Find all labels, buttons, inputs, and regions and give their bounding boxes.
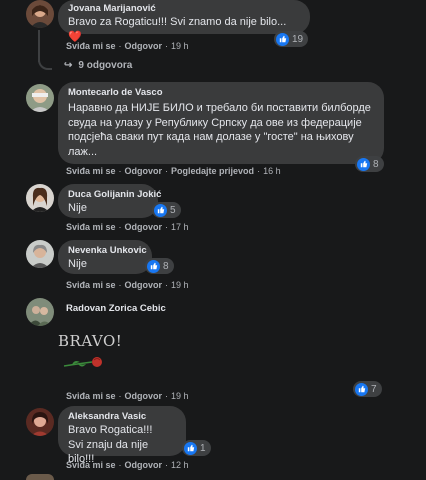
reaction-number: 1 <box>200 442 206 454</box>
comment-text: Nije <box>68 202 87 214</box>
rose-icon <box>63 357 102 367</box>
comment-author[interactable]: Nevenka Unkovic <box>68 245 147 257</box>
replies-count: 9 odgovora <box>78 60 133 71</box>
avatar[interactable] <box>26 474 54 480</box>
like-icon <box>357 157 370 171</box>
reaction-number: 8 <box>373 158 379 170</box>
comment-actions: Sviđa mi se · Odgovor · 17 h <box>66 222 189 232</box>
like-button[interactable]: Sviđa mi se <box>66 391 116 401</box>
avatar[interactable] <box>26 0 54 28</box>
avatar[interactable] <box>26 84 54 112</box>
timestamp[interactable]: 19 h <box>171 391 189 401</box>
like-button[interactable]: Sviđa mi se <box>66 166 116 176</box>
comment-author[interactable]: Montecarlo de Vasco <box>68 87 374 99</box>
comment-text: Наравно да НИЈЕ БИЛО и требало би постав… <box>68 102 371 158</box>
reaction-count[interactable]: 19 <box>274 31 309 47</box>
like-button[interactable]: Sviđa mi se <box>66 280 116 290</box>
reaction-count[interactable]: 5 <box>152 202 181 218</box>
comment-text: Nije <box>68 258 87 270</box>
reaction-count[interactable]: 8 <box>355 156 384 172</box>
avatar[interactable] <box>26 408 54 436</box>
reaction-number: 5 <box>170 204 176 216</box>
thread-connector <box>38 56 52 70</box>
comment-bubble: Aleksandra Vasic Bravo Rogatica!!! Svi z… <box>58 406 186 465</box>
reaction-count[interactable]: 7 <box>353 381 382 397</box>
reaction-number: 7 <box>371 383 377 395</box>
comment-actions: Sviđa mi se · Odgovor · 12 h <box>66 460 189 470</box>
like-button[interactable]: Sviđa mi se <box>66 41 116 51</box>
timestamp[interactable]: 19 h <box>171 41 189 51</box>
timestamp[interactable]: 19 h <box>171 280 189 290</box>
reaction-count[interactable]: 8 <box>145 258 174 274</box>
comment-author[interactable]: Jovana Marijanović <box>68 3 300 15</box>
reaction-count[interactable]: 1 <box>182 440 211 456</box>
comment-bubble: Jovana Marijanović Bravo za Rogaticu!!! … <box>58 0 310 43</box>
reply-arrow-icon: ↪ <box>64 60 73 71</box>
comments-thread: Jovana Marijanović Bravo za Rogaticu!!! … <box>0 0 426 480</box>
comment-actions: Sviđa mi se · Odgovor · 19 h <box>66 280 189 290</box>
comment-author[interactable]: Aleksandra Vasic <box>68 411 176 423</box>
like-icon <box>147 259 160 273</box>
comment-actions: Sviđa mi se · Odgovor · 19 h <box>66 391 189 401</box>
avatar[interactable] <box>26 184 54 212</box>
like-icon <box>276 32 289 46</box>
reaction-number: 8 <box>163 260 169 272</box>
timestamp[interactable]: 16 h <box>263 166 281 176</box>
comment-actions: Sviđa mi se · Odgovor · Pogledajte prijevod ·… <box>66 166 281 176</box>
reply-button[interactable]: Odgovor <box>125 280 163 290</box>
reply-button[interactable]: Odgovor <box>125 460 163 470</box>
like-icon <box>154 203 167 217</box>
timestamp[interactable]: 12 h <box>171 460 189 470</box>
comment-bubble: Montecarlo de Vasco Наравно да НИЈЕ БИЛО… <box>58 82 384 164</box>
timestamp[interactable]: 17 h <box>171 222 189 232</box>
reply-button[interactable]: Odgovor <box>125 166 163 176</box>
sticker: BRAVO! <box>58 332 123 376</box>
reply-button[interactable]: Odgovor <box>125 391 163 401</box>
like-button[interactable]: Sviđa mi se <box>66 460 116 470</box>
avatar[interactable] <box>26 240 54 268</box>
reply-button[interactable]: Odgovor <box>125 222 163 232</box>
view-replies-link[interactable]: ↪ 9 odgovora <box>64 60 132 71</box>
comment-author[interactable]: Radovan Zorica Cebic <box>66 303 166 315</box>
like-icon <box>355 382 368 396</box>
comment-actions: Sviđa mi se · Odgovor · 19 h <box>66 41 189 51</box>
sticker-text: BRAVO! <box>58 332 123 350</box>
translate-link[interactable]: Pogledajte prijevod <box>171 166 254 176</box>
comment-bubble: Duca Golijanin Jokić Nije <box>58 184 161 218</box>
reply-button[interactable]: Odgovor <box>125 41 163 51</box>
comment-author[interactable]: Duca Golijanin Jokić <box>68 189 161 201</box>
avatar[interactable] <box>26 298 54 326</box>
comment-bubble: Nevenka Unkovic Nije <box>58 240 152 274</box>
comment-text: Bravo za Rogaticu!!! Svi znamo da nije b… <box>68 16 287 43</box>
like-icon <box>184 441 197 455</box>
like-button[interactable]: Sviđa mi se <box>66 222 116 232</box>
reaction-number: 19 <box>292 33 304 45</box>
